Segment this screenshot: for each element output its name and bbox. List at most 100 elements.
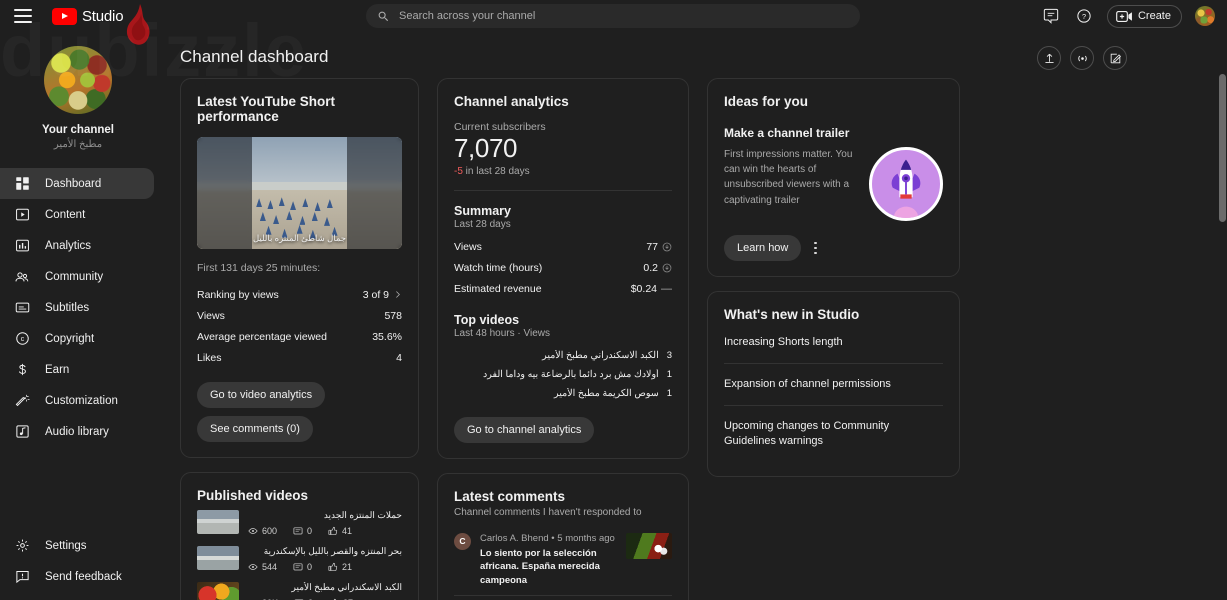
list-item[interactable]: Un Dybala Cualquiera • 5 months ago Pero… bbox=[454, 594, 672, 600]
sidebar-item-label: Copyright bbox=[45, 332, 95, 345]
scrollbar-track[interactable] bbox=[1218, 32, 1227, 600]
sidebar-item-send-feedback[interactable]: Send feedback bbox=[0, 561, 154, 592]
subscribers-delta-period: in last 28 days bbox=[462, 165, 530, 177]
studio-logo[interactable]: Studio bbox=[52, 7, 124, 25]
sidebar-item-label: Community bbox=[45, 270, 104, 283]
comment-video-thumbnail[interactable] bbox=[626, 532, 672, 559]
list-item[interactable]: Increasing Shorts length bbox=[724, 322, 943, 363]
dashboard-icon bbox=[13, 175, 31, 193]
list-item[interactable]: C Carlos A. Bhend • 5 months ago Lo sien… bbox=[454, 524, 672, 595]
likes-value: 41 bbox=[342, 526, 353, 536]
avatar[interactable]: C bbox=[454, 532, 471, 550]
sidebar-item-label: Analytics bbox=[45, 239, 92, 252]
whats-new-in-studio-card: What's new in Studio Increasing Shorts l… bbox=[707, 291, 960, 478]
more-options-icon[interactable] bbox=[810, 238, 821, 259]
go-to-channel-analytics-button[interactable]: Go to channel analytics bbox=[454, 416, 595, 443]
learn-how-button[interactable]: Learn how bbox=[724, 235, 802, 261]
dashboard-column-middle: Channel analytics Current subscribers 7,… bbox=[437, 78, 689, 600]
idea-footer: Learn how bbox=[724, 235, 943, 261]
earn-icon bbox=[13, 361, 31, 379]
top-bar: Studio ? bbox=[0, 0, 1227, 45]
card-title: Latest YouTube Short performance bbox=[197, 94, 336, 124]
stat-row: Likes 4 bbox=[197, 347, 402, 368]
sidebar-item-community[interactable]: Community bbox=[0, 261, 154, 292]
list-item[interactable]: Expansion of channel permissions bbox=[724, 362, 943, 405]
youtube-studio-window: dubizzle Studio bbox=[0, 0, 1227, 600]
sidebar-item-copyright[interactable]: c Copyright bbox=[0, 323, 154, 354]
sidebar-item-content[interactable]: Content bbox=[0, 199, 154, 230]
comments-stat: 0 bbox=[293, 526, 312, 536]
channel-analytics-card: Channel analytics Current subscribers 7,… bbox=[437, 78, 689, 459]
summary-value-wrap: 0.2 bbox=[643, 262, 672, 274]
video-info: بحر المنتزه والقصر بالليل بالإسكندرية 54… bbox=[248, 546, 402, 572]
latest-comments-subtitle: Channel comments I haven't responded to bbox=[454, 506, 642, 518]
feedback-icon bbox=[13, 568, 31, 586]
comment-time: 5 months ago bbox=[557, 532, 615, 544]
views-stat: 600 bbox=[248, 526, 277, 536]
sidebar-item-subtitles[interactable]: Subtitles bbox=[0, 292, 154, 323]
list-item[interactable]: بحر المنتزه والقصر بالليل بالإسكندرية 54… bbox=[197, 539, 402, 575]
create-post-button[interactable] bbox=[1103, 46, 1127, 70]
comment-icon[interactable] bbox=[1041, 6, 1061, 26]
upload-videos-button[interactable] bbox=[1037, 46, 1061, 70]
go-to-video-analytics-button[interactable]: Go to video analytics bbox=[197, 382, 326, 408]
sidebar-item-earn[interactable]: Earn bbox=[0, 354, 154, 385]
sidebar-item-dashboard[interactable]: Dashboard bbox=[0, 168, 154, 199]
create-button[interactable]: Create bbox=[1106, 4, 1182, 28]
subtitles-icon bbox=[13, 299, 31, 317]
thumbs-up-icon bbox=[328, 562, 338, 571]
short-card-buttons: Go to video analytics See comments (0) bbox=[197, 382, 402, 442]
svg-text:?: ? bbox=[1082, 12, 1086, 21]
sidebar-item-customization[interactable]: Customization bbox=[0, 385, 154, 416]
help-icon[interactable]: ? bbox=[1074, 6, 1094, 26]
sidebar-item-label: Content bbox=[45, 208, 86, 221]
top-video-title: أولادك مش برد دائما بالرضاعة بيه وداما ا… bbox=[483, 368, 659, 380]
youtube-play-icon bbox=[52, 7, 77, 25]
channel-avatar[interactable] bbox=[44, 46, 112, 114]
short-thumbnail[interactable]: جمال شاطئ المنتزه بالليل bbox=[197, 137, 402, 249]
video-info: حملات المنتزه الجديد 600 0 41 bbox=[248, 510, 402, 536]
card-title: Latest comments bbox=[454, 488, 566, 504]
search-icon bbox=[378, 11, 389, 21]
search-container bbox=[366, 4, 860, 28]
edit-icon bbox=[1110, 53, 1121, 63]
table-row[interactable]: سوص الكريمة مطبخ الأمير 1 bbox=[454, 384, 672, 403]
go-live-button[interactable] bbox=[1070, 46, 1094, 70]
sidebar-item-analytics[interactable]: Analytics bbox=[0, 230, 154, 261]
summary-value: 0.2 bbox=[643, 262, 658, 275]
list-item[interactable]: حملات المنتزه الجديد 600 0 41 bbox=[197, 503, 402, 539]
channel-block[interactable]: Your channel مطبخ الأمير bbox=[0, 32, 156, 158]
top-video-views: 1 bbox=[666, 368, 672, 380]
list-item[interactable]: Upcoming changes to Community Guidelines… bbox=[724, 404, 943, 462]
stat-row[interactable]: Ranking by views 3 of 9 bbox=[197, 284, 402, 305]
summary-value: 77 bbox=[646, 241, 658, 254]
table-row[interactable]: الكبد الاسكندراني مطبخ الأمير 3 bbox=[454, 346, 672, 365]
sidebar-item-label: Settings bbox=[45, 539, 87, 552]
hamburger-icon[interactable] bbox=[14, 9, 32, 23]
rocket-icon bbox=[891, 159, 921, 218]
dashboard-column-left: Latest YouTube Short performance جمال شا… bbox=[180, 78, 419, 600]
search-input[interactable] bbox=[399, 10, 849, 22]
top-video-views: 1 bbox=[666, 387, 672, 399]
avatar[interactable] bbox=[1195, 6, 1215, 26]
copyright-icon: c bbox=[13, 330, 31, 348]
see-comments-button[interactable]: See comments (0) bbox=[197, 416, 313, 442]
sidebar-item-audio-library[interactable]: Audio library bbox=[0, 416, 154, 447]
sidebar-item-settings[interactable]: Settings bbox=[0, 530, 154, 561]
likes-stat: 21 bbox=[328, 562, 352, 572]
summary-title: Summary bbox=[454, 203, 511, 218]
top-video-title: سوص الكريمة مطبخ الأمير bbox=[554, 387, 659, 399]
search-box[interactable] bbox=[366, 4, 860, 28]
list-item[interactable]: الكبد الاسكندراني مطبخ الأمير 20K bbox=[197, 575, 402, 600]
gear-icon bbox=[13, 537, 31, 555]
table-row[interactable]: أولادك مش برد دائما بالرضاعة بيه وداما ا… bbox=[454, 365, 672, 384]
scrollbar-thumb[interactable] bbox=[1219, 74, 1226, 222]
analytics-icon bbox=[13, 237, 31, 255]
latest-comments-card: Latest comments Channel comments I haven… bbox=[437, 472, 689, 600]
views-icon bbox=[248, 528, 258, 534]
stat-value: 4 bbox=[396, 351, 402, 364]
latest-short-performance-card: Latest YouTube Short performance جمال شا… bbox=[180, 78, 419, 458]
ideas-for-you-card: Ideas for you Make a channel trailer Fir… bbox=[707, 78, 960, 277]
comments-value: 0 bbox=[307, 562, 313, 572]
video-stats: 600 0 41 bbox=[248, 526, 402, 536]
